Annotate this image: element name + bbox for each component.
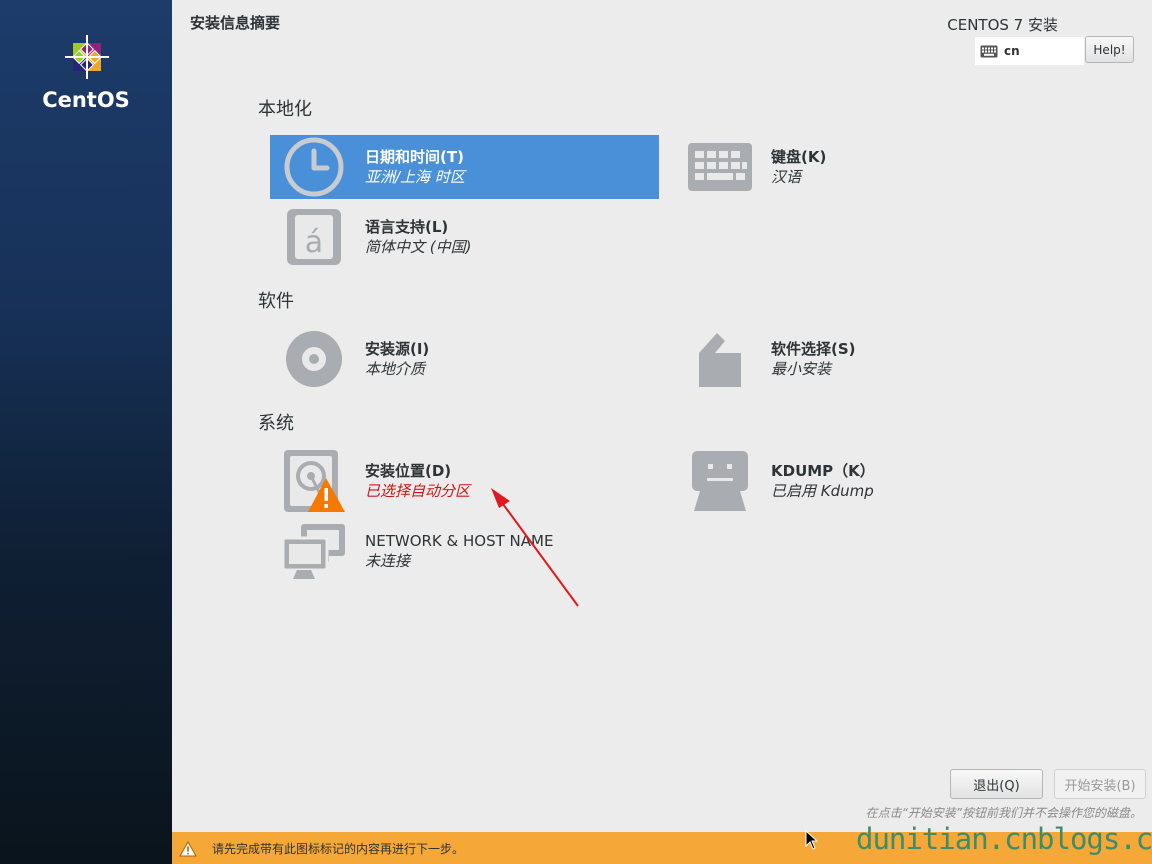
keyboard-layout-indicator[interactable]: cn (975, 37, 1084, 65)
help-button[interactable]: Help! (1085, 36, 1134, 63)
spoke-source-status: 本地介质 (365, 360, 426, 378)
warning-bar-text: 请先完成带有此图标标记的内容再进行下一步。 (212, 842, 465, 856)
quit-button[interactable]: 退出(Q) (950, 769, 1043, 799)
spoke-destination-status: 已选择自动分区 (365, 482, 471, 500)
category-system-title: 系统 (258, 413, 294, 434)
disc-icon (286, 331, 342, 387)
warning-icon (179, 841, 197, 857)
keyboard-layout-label: cn (1004, 44, 1020, 58)
spoke-keyboard[interactable]: 键盘(K) 汉语 (676, 135, 976, 199)
begin-installation-button[interactable]: 开始安装(B) (1054, 769, 1146, 799)
spoke-software-selection[interactable]: 软件选择(S) 最小安装 (676, 327, 976, 391)
spoke-language-support[interactable]: á 语言支持(L) 简体中文 (中国) (270, 205, 659, 269)
spoke-kdump-status: 已启用 Kdump (771, 482, 874, 500)
spoke-selection-name: 软件选择(S) (771, 340, 856, 358)
package-icon (699, 333, 741, 387)
annotation-arrow (491, 488, 579, 607)
disk-note: 在点击“开始安装”按钮前我们并不会操作您的磁盘。 (865, 806, 1142, 820)
keyboard-icon (688, 143, 752, 191)
kdump-icon (692, 451, 748, 511)
svg-text:á: á (305, 225, 323, 260)
category-localization-title: 本地化 (258, 99, 312, 120)
centos-logo-icon (65, 35, 109, 79)
brand-name: CentOS (42, 88, 130, 112)
network-icon (281, 524, 345, 579)
spoke-kdump[interactable]: KDUMP（K） 已启用 Kdump (676, 449, 976, 513)
keyboard-icon (980, 45, 998, 57)
spoke-selection-status: 最小安装 (771, 360, 832, 378)
spoke-kdump-name: KDUMP（K） (771, 462, 875, 480)
watermark-text: dunitian.cnblogs.com (856, 822, 1152, 856)
spoke-network-status: 未连接 (365, 552, 411, 570)
main-panel: 安装信息摘要 CENTOS 7 安装 cn Help! 本地化 日期和时间(T)… (172, 0, 1152, 832)
spoke-date-time-status: 亚洲/上海 时区 (365, 168, 465, 186)
spoke-date-time-name: 日期和时间(T) (365, 148, 464, 166)
harddisk-warning-icon (284, 450, 345, 512)
spoke-language-status: 简体中文 (中国) (365, 238, 472, 256)
spoke-installation-destination[interactable]: 安装位置(D) 已选择自动分区 (270, 449, 659, 513)
spoke-date-time[interactable]: 日期和时间(T) 亚洲/上海 时区 (270, 135, 659, 199)
category-software-title: 软件 (258, 291, 294, 312)
spoke-language-name: 语言支持(L) (365, 218, 449, 236)
page-title: 安装信息摘要 (190, 14, 281, 32)
spoke-network-name: NETWORK & HOST NAME (365, 532, 554, 550)
spoke-network-hostname[interactable]: NETWORK & HOST NAME 未连接 (270, 519, 659, 583)
spoke-keyboard-name: 键盘(K) (771, 148, 827, 166)
mouse-pointer-icon (805, 830, 819, 850)
language-icon: á (287, 209, 341, 265)
warning-bar: 请先完成带有此图标标记的内容再进行下一步。 dunitian.cnblogs.c… (172, 822, 1152, 864)
product-title: CENTOS 7 安装 (947, 16, 1058, 34)
spoke-destination-name: 安装位置(D) (365, 462, 452, 480)
clock-icon (284, 137, 344, 197)
spoke-installation-source[interactable]: 安装源(I) 本地介质 (270, 327, 659, 391)
sidebar: CentOS (0, 0, 172, 864)
spoke-source-name: 安装源(I) (365, 340, 430, 358)
spoke-keyboard-status: 汉语 (771, 168, 802, 186)
